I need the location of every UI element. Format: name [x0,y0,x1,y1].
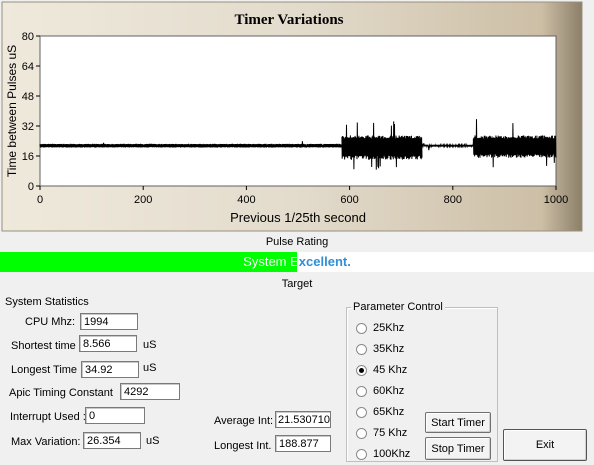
system-statistics-title: System Statistics [5,296,89,308]
radio-circle[interactable] [356,406,367,418]
cpu-mhz-label: CPU Mhz: [25,316,76,328]
pulse-rating-bar: System Excellent. [0,252,594,272]
start-timer-button[interactable]: Start Timer [425,412,491,433]
y-tick-label: 0 [28,181,34,193]
pulse-rating-status: System Excellent. [0,252,594,272]
y-tick-label: 32 [22,121,34,133]
max-variation-field[interactable]: 26.354 [83,432,141,449]
shortest-time-field[interactable]: 8.566 [79,335,137,352]
longest-time-label: Longest Time [11,364,78,376]
radio-label: 35Khz [373,343,405,355]
radio-label: 25Khz [373,322,405,334]
radio-label: 60Khz [373,385,405,397]
frequency-radio-option[interactable]: 25Khz [356,321,404,335]
stop-timer-button[interactable]: Stop Timer [425,437,491,460]
parameter-control-title: Parameter Control [351,301,445,313]
longest-int-label: Longest Int. [214,440,272,452]
frequency-radio-option[interactable]: 75 Khz [356,426,407,440]
radio-circle[interactable] [356,343,367,355]
shortest-time-unit: uS [143,339,157,351]
x-tick-label: 200 [134,194,152,206]
x-tick-label: 0 [37,194,43,206]
frequency-radio-option[interactable]: 45 Khz [356,363,407,377]
x-tick-label: 600 [340,194,358,206]
y-tick-label: 48 [22,91,34,103]
plot-area [39,35,557,187]
longest-int-field[interactable]: 188.877 [275,435,331,452]
average-int-label: Average Int: [214,415,274,427]
apic-timing-label: Apic Timing Constant [9,387,113,399]
average-int-field[interactable]: 21.530710 [275,411,331,428]
timer-variations-chart: Timer Variations 0 200 400 600 800 1000 0 16 32… [0,0,594,233]
chart-title: Timer Variations [234,12,343,28]
x-tick-label: 800 [444,194,462,206]
y-tick-label: 80 [22,31,34,43]
interrupt-used-field[interactable]: 0 [85,407,145,424]
x-axis-label: Previous 1/25th second [230,210,366,225]
cpu-mhz-field[interactable]: 1994 [80,313,138,330]
radio-circle[interactable] [356,322,367,334]
longest-time-field[interactable]: 34.92 [81,361,139,378]
y-tick-label: 16 [22,151,34,163]
shortest-time-label: Shortest time [11,340,76,352]
apic-timing-field[interactable]: 4292 [120,383,180,400]
x-tick-label: 400 [237,194,255,206]
radio-label: 65Khz [373,406,405,418]
pulse-rating-caption: Pulse Rating [265,236,329,248]
max-variation-unit: uS [146,435,160,447]
longest-time-unit: uS [143,362,157,374]
radio-circle[interactable] [356,364,367,376]
y-tick-label: 64 [22,61,34,73]
y-axis-label: Time between Pulses uS [5,45,19,177]
radio-label: 45 Khz [373,364,408,376]
frequency-radio-option[interactable]: 65Khz [356,405,404,419]
max-variation-label: Max Variation: [11,436,81,448]
status-text-off-bar: xcellent. [298,254,351,269]
frequency-radio-option[interactable]: 100Khz [356,447,410,461]
frequency-radio-option[interactable]: 60Khz [356,384,404,398]
radio-circle[interactable] [356,385,367,397]
frequency-radio-option[interactable]: 35Khz [356,342,404,356]
radio-label: 75 Khz [373,427,408,439]
target-caption: Target [281,278,313,290]
radio-circle[interactable] [356,427,367,439]
status-text-on-bar: System E [243,254,299,269]
x-tick-label: 1000 [544,194,568,206]
interrupt-used-label: Interrupt Used : [10,411,86,423]
radio-label: 100Khz [373,448,411,460]
radio-circle[interactable] [356,448,367,460]
exit-button[interactable]: Exit [503,429,587,461]
